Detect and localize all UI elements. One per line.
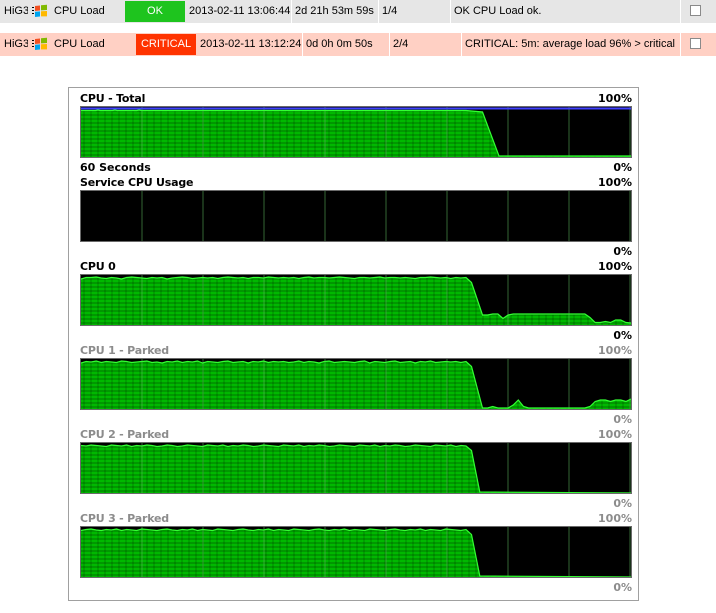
host-name[interactable]: HiG3 bbox=[4, 33, 28, 56]
graph-min-label: 0% bbox=[613, 497, 632, 510]
graph-title: Service CPU Usage bbox=[80, 176, 194, 189]
duration: 2d 21h 53m 59s bbox=[291, 0, 381, 23]
graph-canvas bbox=[81, 191, 631, 241]
last-check: 2013-02-11 13:06:44 bbox=[189, 5, 291, 17]
graph-canvas bbox=[81, 107, 631, 157]
cpu-1-graph bbox=[80, 358, 632, 410]
service-name[interactable]: CPU Load bbox=[54, 0, 124, 23]
plugin-output: OK CPU Load ok. bbox=[450, 0, 684, 23]
graph-canvas bbox=[81, 443, 631, 493]
graph-min-label: 0% bbox=[613, 581, 632, 594]
graph-cpu-total: CPU - Total 100% 60 Seconds 0% bbox=[80, 92, 632, 176]
graph-title: CPU 1 - Parked bbox=[80, 344, 169, 357]
cpu-0-graph bbox=[80, 274, 632, 326]
service-row-ok[interactable]: HiG3 CPU Load OK 2013-02-11 13:06:44 2d … bbox=[0, 0, 716, 23]
graph-title: CPU 3 - Parked bbox=[80, 512, 169, 525]
graph-cpu-0: CPU 0 100% 0% bbox=[80, 260, 632, 342]
duration: 0d 0h 0m 50s bbox=[302, 33, 392, 56]
graph-max-label: 100% bbox=[598, 260, 632, 273]
graph-max-label: 100% bbox=[598, 176, 632, 189]
host-name[interactable]: HiG3 bbox=[4, 0, 28, 23]
graph-max-label: 100% bbox=[598, 428, 632, 441]
windows-logo-icon bbox=[32, 37, 48, 51]
state-badge-ok: OK bbox=[125, 1, 185, 22]
graph-canvas bbox=[81, 359, 631, 409]
graph-min-label: 0% bbox=[613, 161, 632, 174]
graph-min-label: 0% bbox=[613, 245, 632, 258]
graph-canvas bbox=[81, 527, 631, 577]
graph-title: CPU - Total bbox=[80, 92, 146, 105]
graph-cpu-2: CPU 2 - Parked 100% 0% bbox=[80, 428, 632, 510]
row-select-checkbox[interactable] bbox=[690, 38, 701, 49]
state-badge-critical: CRITICAL bbox=[136, 34, 196, 55]
attempt: 1/4 bbox=[378, 0, 454, 23]
windows-logo-icon bbox=[32, 4, 48, 18]
last-check: 2013-02-11 13:12:24 bbox=[200, 38, 302, 50]
graph-cpu-1: CPU 1 - Parked 100% 0% bbox=[80, 344, 632, 426]
graph-cpu-3: CPU 3 - Parked 100% 0% bbox=[80, 512, 632, 594]
service-name[interactable]: CPU Load bbox=[54, 33, 134, 56]
cpu-total-graph bbox=[80, 106, 632, 158]
graph-title: CPU 0 bbox=[80, 260, 116, 273]
graph-max-label: 100% bbox=[598, 92, 632, 105]
time-window-label: 60 Seconds bbox=[80, 161, 151, 174]
attempt: 2/4 bbox=[389, 33, 465, 56]
graph-max-label: 100% bbox=[598, 344, 632, 357]
graph-canvas bbox=[81, 275, 631, 325]
cpu-graph-panel: CPU - Total 100% 60 Seconds 0% Service C… bbox=[68, 87, 639, 601]
cpu-3-graph bbox=[80, 526, 632, 578]
graph-min-label: 0% bbox=[613, 413, 632, 426]
graph-service-cpu-usage: Service CPU Usage 100% 0% bbox=[80, 176, 632, 258]
service-cpu-graph bbox=[80, 190, 632, 242]
plugin-output: CRITICAL: 5m: average load 96% > critica… bbox=[461, 33, 684, 56]
service-row-critical[interactable]: HiG3 CPU Load CRITICAL 2013-02-11 13:12:… bbox=[0, 33, 716, 56]
graph-min-label: 0% bbox=[613, 329, 632, 342]
cpu-2-graph bbox=[80, 442, 632, 494]
graph-title: CPU 2 - Parked bbox=[80, 428, 169, 441]
graph-max-label: 100% bbox=[598, 512, 632, 525]
row-select-checkbox[interactable] bbox=[690, 5, 701, 16]
